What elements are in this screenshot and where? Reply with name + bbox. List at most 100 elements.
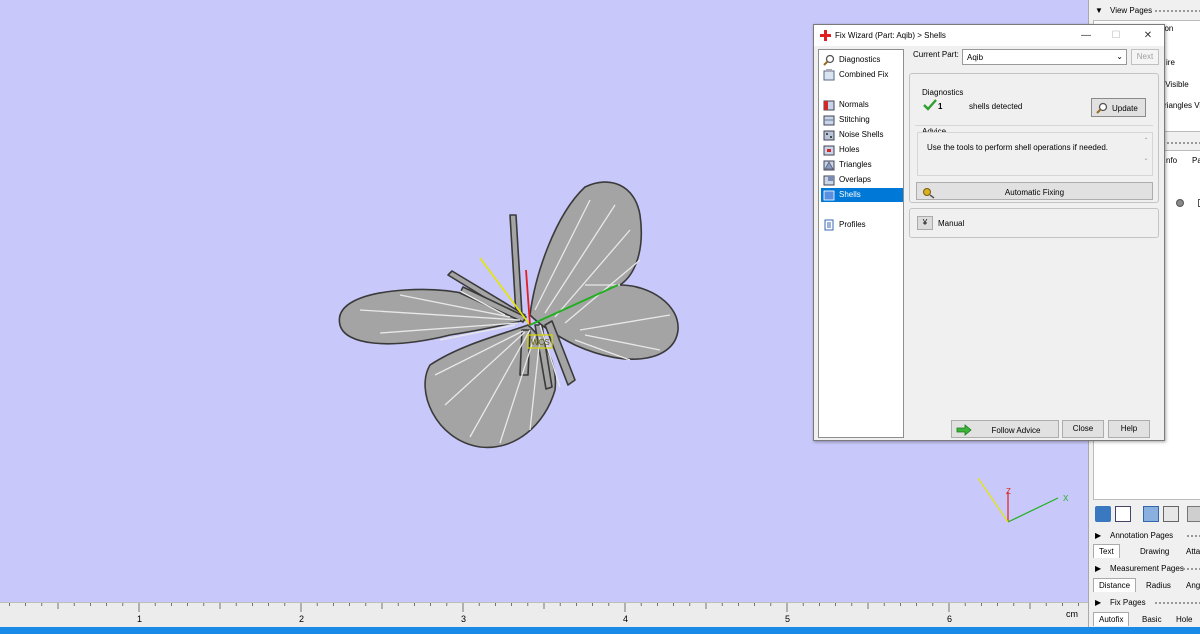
nav-label: Noise Shells	[839, 130, 884, 139]
chevron-double-down-icon[interactable]: ¥	[917, 216, 933, 230]
nav-label: Combined Fix	[839, 70, 889, 79]
ruler-number: 4	[623, 614, 629, 624]
expand-right-icon: ▶	[1095, 531, 1102, 540]
close-window-button[interactable]: ✕	[1134, 28, 1162, 43]
automatic-fixing-button[interactable]: Automatic Fixing	[916, 182, 1153, 200]
triangles-cube-icon	[823, 160, 835, 171]
shell-status-text: shells detected	[969, 102, 1023, 111]
stitching-cube-icon	[823, 115, 835, 126]
follow-advice-button[interactable]: Follow Advice	[951, 420, 1059, 438]
tab-attach[interactable]: Attac	[1181, 545, 1200, 559]
shells-cube-icon	[823, 190, 835, 201]
radio-icon[interactable]	[1176, 199, 1184, 207]
measurement-pages-label: Measurement Pages	[1110, 564, 1184, 573]
wizard-nav-list: Diagnostics Combined Fix Normals Stitchi…	[818, 49, 904, 438]
ruler-number: 1	[137, 614, 143, 624]
tab-autofix[interactable]: Autofix	[1093, 612, 1130, 626]
manual-label: Manual	[938, 219, 965, 228]
nav-label: Overlaps	[839, 175, 872, 184]
nav-item-triangles[interactable]: Triangles	[821, 158, 903, 172]
normals-cube-icon	[823, 100, 835, 111]
grip-dots	[1187, 535, 1200, 538]
axis-triad: Z X	[977, 477, 1069, 523]
update-label: Update	[1112, 104, 1138, 113]
nav-item-combined-fix[interactable]: Combined Fix	[821, 68, 903, 82]
minimize-button[interactable]: —	[1072, 28, 1100, 43]
holes-cube-icon	[823, 145, 835, 156]
view-pages-label: View Pages	[1110, 6, 1153, 15]
nav-item-profiles[interactable]: Profiles	[821, 218, 903, 232]
update-button[interactable]: Update	[1091, 98, 1146, 117]
tab-drawing[interactable]: Drawing	[1135, 545, 1174, 559]
butterfly-model[interactable]: WCS	[330, 175, 690, 455]
arrow-right-icon	[956, 424, 972, 436]
grip-dots	[1155, 602, 1200, 605]
nav-label: Triangles	[839, 160, 872, 169]
grip-dots	[1183, 568, 1200, 571]
wcs-label: WCS	[531, 338, 550, 347]
tab-hole[interactable]: Hole	[1171, 613, 1197, 627]
current-part-label: Current Part:	[913, 50, 959, 59]
close-button[interactable]: Close	[1062, 420, 1104, 438]
scrollbar[interactable]: ⌃ ⌄	[1142, 137, 1150, 173]
nav-item-diagnostics[interactable]: Diagnostics	[821, 53, 903, 67]
advice-textarea[interactable]: Use the tools to perform shell operation…	[917, 132, 1153, 176]
checkmark-icon	[923, 99, 937, 111]
view-pages-header[interactable]: ▼ View Pages	[1089, 4, 1200, 18]
cube-blue-icon[interactable]	[1143, 506, 1159, 522]
tab-pa[interactable]: Pa	[1192, 156, 1200, 165]
nav-item-holes[interactable]: Holes	[821, 143, 903, 157]
tab-info[interactable]: nfo	[1166, 156, 1177, 165]
nav-item-normals[interactable]: Normals	[821, 98, 903, 112]
nav-label: Profiles	[839, 220, 866, 229]
list-item[interactable]: riangles Visi	[1164, 101, 1200, 110]
axis-x-label: X	[1063, 494, 1069, 503]
horizontal-ruler: 1 2 3 4 5 6 cm	[0, 602, 1088, 628]
current-part-value: Aqib	[967, 53, 984, 62]
nav-item-stitching[interactable]: Stitching	[821, 113, 903, 127]
fix-wizard-dialog: Fix Wizard (Part: Aqib) > Shells — ☐ ✕ D…	[813, 24, 1165, 441]
nav-label: Diagnostics	[839, 55, 881, 64]
tab-angle[interactable]: Angl	[1181, 579, 1200, 593]
cube-wire-icon[interactable]	[1163, 506, 1179, 522]
magnifier-icon	[1096, 102, 1108, 114]
dialog-titlebar[interactable]: Fix Wizard (Part: Aqib) > Shells — ☐ ✕	[814, 25, 1164, 46]
shaded-view-icon[interactable]	[1095, 506, 1111, 522]
checklist-icon[interactable]	[1115, 506, 1131, 522]
separator	[915, 125, 1153, 126]
nav-label: Shells	[839, 190, 861, 199]
magnifier-icon	[823, 54, 835, 66]
fix-pages-header[interactable]: ▶ Fix Pages	[1089, 596, 1200, 610]
ruler-number: 2	[299, 614, 305, 624]
manual-group[interactable]: ¥ Manual	[909, 208, 1159, 238]
overlaps-cube-icon	[823, 175, 835, 186]
current-part-dropdown[interactable]: Aqib ⌄	[962, 49, 1127, 65]
expand-right-icon: ▶	[1095, 564, 1102, 573]
shell-count: 1	[938, 102, 943, 111]
ruler-unit: cm	[1066, 609, 1078, 619]
ruler-number: 5	[785, 614, 791, 624]
tab-text[interactable]: Text	[1093, 544, 1120, 558]
toolbar-icons	[1093, 503, 1200, 525]
nav-item-noise-shells[interactable]: Noise Shells	[821, 128, 903, 142]
grip-dots	[1155, 10, 1200, 13]
next-button[interactable]: Next	[1131, 49, 1159, 65]
expand-right-icon: ▶	[1095, 598, 1102, 607]
cube-small-icon[interactable]	[1187, 506, 1200, 522]
nav-item-shells[interactable]: Shells	[821, 188, 903, 202]
nav-label: Normals	[839, 100, 869, 109]
red-cross-icon	[820, 30, 831, 41]
annotation-pages-header[interactable]: ▶ Annotation Pages	[1089, 529, 1200, 543]
tab-distance[interactable]: Distance	[1093, 578, 1137, 592]
nav-item-overlaps[interactable]: Overlaps	[821, 173, 903, 187]
tab-basic[interactable]: Basic	[1137, 613, 1167, 627]
measurement-pages-header[interactable]: ▶ Measurement Pages	[1089, 562, 1200, 576]
ruler-number: 6	[947, 614, 953, 624]
noise-shells-cube-icon	[823, 130, 835, 141]
maximize-button[interactable]: ☐	[1102, 28, 1130, 43]
nav-label: Holes	[839, 145, 860, 154]
help-button[interactable]: Help	[1108, 420, 1150, 438]
tab-radius[interactable]: Radius	[1141, 579, 1176, 593]
list-item[interactable]: ire	[1166, 58, 1175, 67]
fix-pages-label: Fix Pages	[1110, 598, 1146, 607]
